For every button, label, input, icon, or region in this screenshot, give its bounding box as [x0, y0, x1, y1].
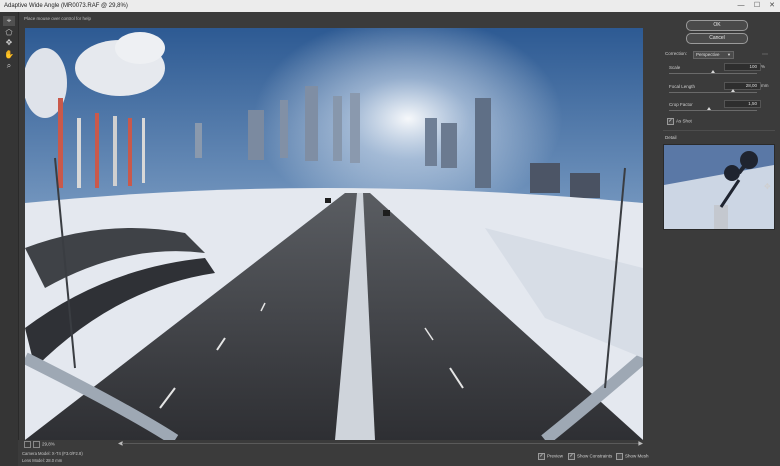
polygon-constraint-icon[interactable]: ⬠: [3, 28, 15, 38]
minimize-icon[interactable]: —: [734, 0, 748, 12]
as-shot-check-icon: ✓: [667, 118, 674, 125]
scrollbar-track[interactable]: [122, 443, 639, 444]
focal-length-unit: mm: [761, 83, 769, 88]
show-constraints-checkbox[interactable]: ✓ Show Constraints: [568, 453, 612, 460]
hand-tool-icon[interactable]: ✋: [3, 50, 15, 60]
detail-preview: [664, 145, 774, 229]
correction-label: Correction:: [665, 51, 688, 56]
correction-select[interactable]: Perspective ▼: [693, 51, 734, 59]
zoom-control[interactable]: 29,8%: [24, 441, 55, 448]
camera-model: Camera Model: X-T4 (F3.0/F2.8): [22, 451, 83, 456]
lens-model: Lens Model: 28.0 mm: [22, 458, 63, 463]
constraint-tool-icon[interactable]: ⌖: [3, 16, 15, 26]
focal-length-label: Focal Length: [669, 84, 696, 89]
scale-slider[interactable]: [669, 70, 757, 74]
panel-divider: [663, 130, 775, 131]
show-mesh-label: Show Mesh: [625, 453, 649, 459]
help-hint: Place mouse over control for help: [24, 16, 92, 21]
as-shot-checkbox[interactable]: ✓ As Shot: [667, 118, 692, 125]
scroll-right-icon[interactable]: ▶: [638, 440, 643, 447]
preview-check-icon: ✓: [538, 453, 545, 460]
preview-label: Preview: [547, 453, 564, 459]
title-bar: Adaptive Wide Angle (MR0073.RAF @ 29,8%)…: [0, 0, 780, 12]
focal-length-slider[interactable]: [669, 89, 757, 93]
show-mesh-check-icon: [616, 453, 623, 460]
maximize-icon[interactable]: ☐: [750, 0, 764, 12]
as-shot-label: As Shot: [676, 118, 692, 124]
show-mesh-checkbox[interactable]: Show Mesh: [616, 453, 649, 460]
scale-field[interactable]: 100: [724, 63, 761, 71]
horizontal-scrollbar[interactable]: ◀ ▶: [118, 440, 643, 447]
close-icon[interactable]: ✕: [765, 0, 779, 12]
zoom-in-icon[interactable]: [33, 441, 40, 448]
detail-label: Detail: [665, 135, 677, 140]
cancel-button[interactable]: Cancel: [686, 33, 748, 44]
zoom-value: 29,8%: [42, 441, 55, 447]
tool-bar: ⌖ ⬠ ✥ ✋ ⌕: [0, 12, 19, 466]
crop-factor-slider-thumb[interactable]: [706, 107, 711, 110]
show-constraints-check-icon: ✓: [568, 453, 575, 460]
preview-checkbox[interactable]: ✓ Preview: [538, 453, 563, 460]
scale-slider-thumb[interactable]: [711, 70, 715, 73]
zoom-out-icon[interactable]: [24, 441, 31, 448]
panel-menu-icon[interactable]: ⋯: [762, 51, 768, 58]
chevron-down-icon: ▼: [727, 52, 731, 57]
photo-preview: [25, 28, 643, 440]
scale-unit: %: [761, 64, 766, 69]
settings-panel: OK Cancel Correction: Perspective ▼ ⋯ Sc…: [655, 12, 780, 466]
move-cursor-icon: ✥: [764, 182, 771, 191]
zoom-tool-icon[interactable]: ⌕: [3, 61, 15, 71]
crop-factor-slider[interactable]: [669, 107, 757, 111]
scale-label: Scale: [669, 65, 681, 70]
ok-button[interactable]: OK: [686, 20, 748, 31]
show-constraints-label: Show Constraints: [577, 453, 613, 459]
correction-value: Perspective: [696, 52, 720, 57]
move-tool-icon[interactable]: ✥: [3, 38, 15, 48]
focal-length-slider-thumb[interactable]: [731, 89, 736, 92]
focal-length-field[interactable]: 28,00: [724, 82, 761, 90]
crop-factor-label: Crop Factor: [669, 102, 693, 107]
crop-factor-field[interactable]: 1,50: [724, 100, 761, 108]
image-canvas[interactable]: [25, 28, 643, 440]
detail-loupe: [663, 144, 775, 230]
window-title: Adaptive Wide Angle (MR0073.RAF @ 29,8%): [4, 3, 128, 9]
